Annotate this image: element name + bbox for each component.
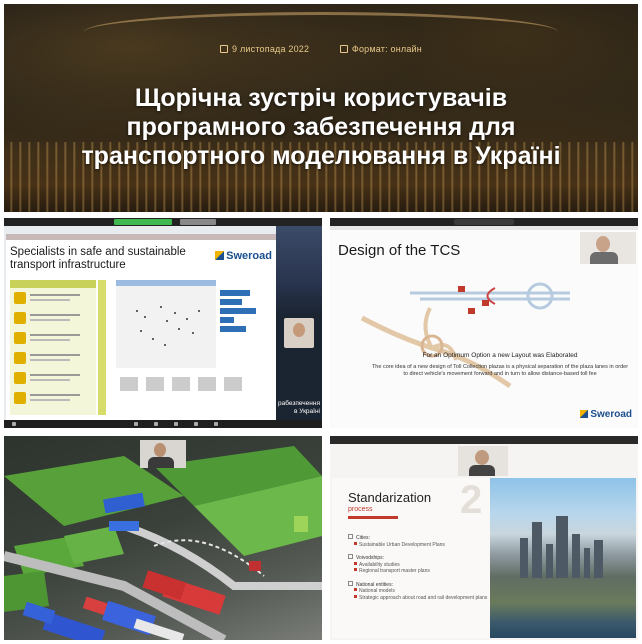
participant-video — [140, 440, 186, 468]
slide-subtitle: process — [348, 506, 373, 513]
slide-title: Standarization — [348, 490, 432, 505]
meeting-toolbar — [330, 218, 638, 226]
list-item: Strategic approach about road and rail d… — [348, 595, 488, 602]
event-title: Щорічна зустріч користувачів програмного… — [4, 84, 638, 171]
slide-title: Design of the TCS — [338, 242, 461, 259]
screenshot-sweroad-intro: Specialists in safe and sustainable tran… — [4, 218, 322, 428]
event-meta: 9 листопада 2022 Формат: онлайн — [4, 44, 638, 54]
participant-video — [580, 232, 636, 264]
slide-title: Specialists in safe and sustainable tran… — [10, 246, 186, 271]
interchange-diagram — [360, 282, 570, 389]
service-item — [14, 372, 88, 386]
sweroad-logo: Sweroad — [580, 409, 632, 420]
list-item: Regional transport master plans — [348, 568, 488, 575]
layout-subheading: For an Optimum Option a new Layout was E… — [422, 352, 578, 359]
event-date: 9 листопада 2022 — [220, 44, 309, 54]
service-item — [14, 392, 88, 406]
layout-description: The core idea of a new design of Toll Co… — [371, 364, 629, 377]
screenshot-standarization: 2 Standarization process Cities: Sustain… — [330, 436, 638, 640]
list-group-heading: Voivodships: — [348, 554, 488, 562]
event-title-line-2: програмного забезпечення для — [126, 113, 516, 141]
shared-slide: 2 Standarization process Cities: Sustain… — [332, 478, 636, 638]
list-group-heading: National entities: — [348, 581, 488, 589]
meeting-toolbar — [4, 218, 322, 226]
bottom-toolbar — [4, 420, 322, 428]
service-item — [14, 352, 88, 366]
calendar-icon — [220, 45, 229, 53]
standarization-list: Cities: Sustainable Urban Development Pl… — [348, 534, 488, 607]
service-item — [14, 312, 88, 326]
event-title-line-1: Щорічна зустріч користувачів — [134, 84, 508, 112]
world-map — [116, 280, 216, 368]
meeting-toolbar — [330, 436, 638, 444]
partner-logos — [116, 375, 266, 407]
sweroad-logo: Sweroad — [215, 250, 272, 262]
event-banner: 9 листопада 2022 Формат: онлайн Щорічна … — [4, 4, 638, 212]
slide-number-watermark: 2 — [460, 478, 483, 522]
event-date-text: 9 листопада 2022 — [232, 44, 310, 54]
list-group: National entities: National models Strat… — [348, 581, 488, 602]
banner-caption: рабезпечення в Україні — [278, 400, 320, 415]
participant-panel — [276, 226, 322, 420]
project-bars — [220, 290, 260, 350]
service-item — [14, 332, 88, 346]
sweroad-logo-icon — [580, 410, 589, 418]
category-strip — [98, 280, 106, 415]
view-options — [180, 219, 216, 225]
sharing-indicator — [114, 219, 172, 225]
event-format-text: Формат: онлайн — [351, 44, 422, 54]
slide-header-bar — [330, 226, 638, 230]
services-column — [10, 280, 96, 415]
map-header — [116, 280, 216, 286]
event-title-line-3: транспортного моделювання в Україні — [81, 142, 561, 170]
participant-video — [284, 318, 314, 348]
list-group: Cities: Sustainable Urban Development Pl… — [348, 534, 488, 548]
event-format: Формат: онлайн — [339, 44, 422, 54]
participant-video — [458, 446, 508, 476]
city-photo — [490, 478, 636, 638]
sweroad-logo-icon — [215, 251, 225, 260]
logo-text: Sweroad — [226, 250, 272, 262]
screenshot-3d-model — [4, 436, 322, 640]
screenshot-tcs-design: Design of the TCS For an Optimum Option … — [330, 218, 638, 428]
service-item — [14, 292, 88, 306]
logo-text: Sweroad — [590, 409, 632, 420]
list-group: Voivodships: Availability studies Region… — [348, 554, 488, 575]
services-header — [10, 280, 96, 288]
banner-thumbnail — [276, 226, 322, 316]
shared-slide: Specialists in safe and sustainable tran… — [6, 240, 278, 420]
video-camera-icon — [339, 45, 348, 53]
list-group-heading: Cities: — [348, 534, 488, 542]
title-underline — [348, 516, 398, 519]
list-item: Sustainable Urban Development Plans — [348, 542, 488, 549]
